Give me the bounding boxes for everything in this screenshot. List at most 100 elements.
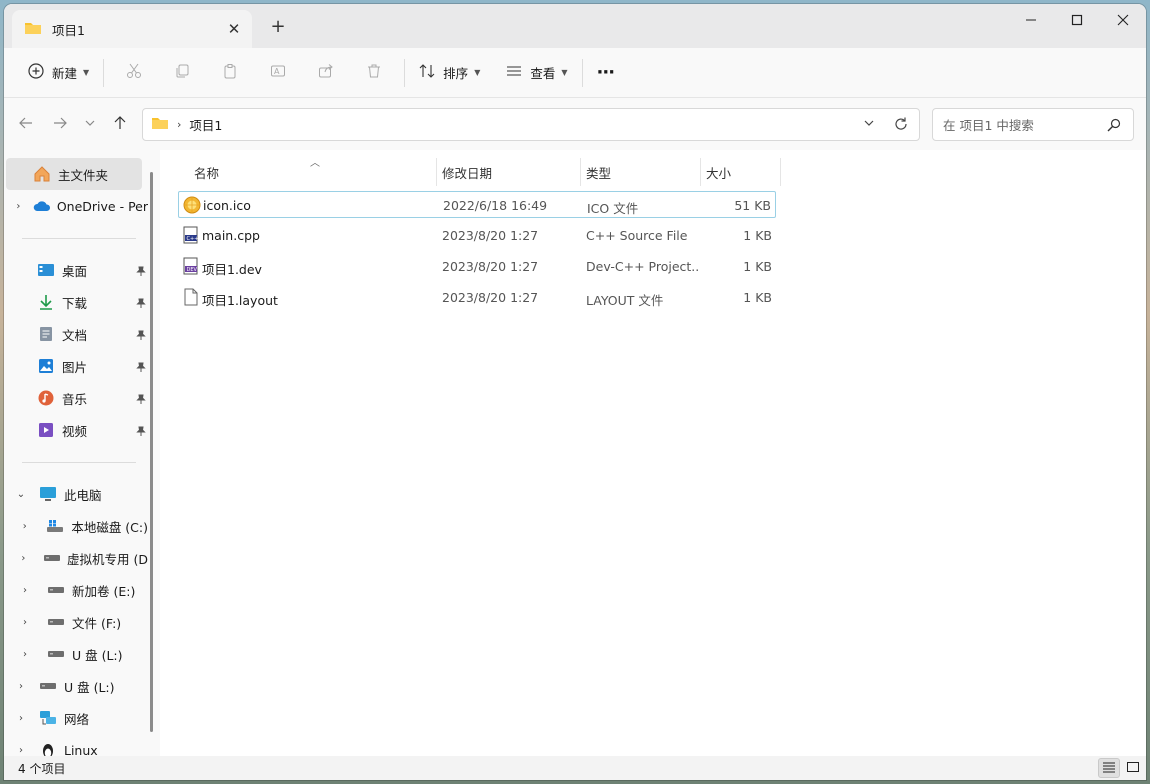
desktop-icon: [36, 260, 56, 280]
sort-button[interactable]: 排序 ▼: [411, 55, 488, 91]
breadcrumb-item[interactable]: 项目1: [189, 115, 222, 134]
file-type: C++ Source File: [586, 228, 688, 243]
sidebar-item-desktop[interactable]: 桌面: [4, 254, 148, 286]
pin-icon[interactable]: [136, 328, 146, 343]
pin-icon[interactable]: [136, 424, 146, 439]
chevron-right-icon[interactable]: ›: [4, 681, 38, 692]
drive-icon: [46, 580, 66, 600]
chevron-down-icon: ▼: [561, 68, 568, 77]
share-button[interactable]: [302, 55, 350, 91]
sidebar-item-videos[interactable]: 视频: [4, 414, 148, 446]
new-button[interactable]: 新建 ▼: [20, 55, 97, 91]
column-divider[interactable]: [700, 158, 701, 186]
folder-icon: [151, 115, 169, 134]
sidebar-item-drive-e[interactable]: › 新加卷 (E:): [4, 574, 148, 606]
cut-button[interactable]: [110, 55, 158, 91]
sidebar-item-network[interactable]: › 网络: [4, 702, 148, 734]
column-divider[interactable]: [436, 158, 437, 186]
forward-button[interactable]: [46, 110, 74, 138]
pin-icon[interactable]: [136, 264, 146, 279]
maximize-button[interactable]: [1054, 4, 1100, 36]
sidebar-item-drive-c[interactable]: › 本地磁盘 (C:): [4, 510, 148, 542]
chevron-right-icon[interactable]: ›: [4, 553, 43, 564]
sidebar-item-linux[interactable]: › Linux: [4, 734, 148, 756]
search-input[interactable]: 在 项目1 中搜索: [932, 108, 1134, 141]
file-row[interactable]: DEV 项目1.dev 2023/8/20 1:27 Dev-C++ Proje…: [178, 253, 776, 280]
file-row[interactable]: C++ main.cpp 2023/8/20 1:27 C++ Source F…: [178, 222, 776, 249]
copy-button[interactable]: [158, 55, 206, 91]
sidebar-item-music[interactable]: 音乐: [4, 382, 148, 414]
column-header-name[interactable]: 名称: [194, 158, 219, 186]
column-divider[interactable]: [780, 158, 781, 186]
tab-close-icon[interactable]: ✕: [220, 20, 248, 38]
chevron-right-icon[interactable]: ›: [4, 617, 46, 628]
rename-icon: A: [270, 63, 286, 82]
sidebar-item-documents[interactable]: 文档: [4, 318, 148, 350]
generic-file-icon: [182, 288, 200, 306]
refresh-icon[interactable]: [893, 116, 909, 135]
plus-circle-icon: [28, 63, 44, 82]
chevron-right-icon[interactable]: ›: [4, 713, 38, 724]
address-dropdown-icon[interactable]: [863, 117, 875, 132]
sidebar-item-drive-f[interactable]: › 文件 (F:): [4, 606, 148, 638]
sort-label: 排序: [443, 66, 469, 81]
rename-button[interactable]: A: [254, 55, 302, 91]
chevron-right-icon[interactable]: ›: [4, 745, 38, 756]
tab-project1[interactable]: 项目1 ✕: [12, 10, 252, 48]
sidebar-scrollbar[interactable]: [150, 172, 153, 732]
sidebar-item-pictures[interactable]: 图片: [4, 350, 148, 382]
file-row[interactable]: icon.ico 2022/6/18 16:49 ICO 文件 51 KB: [178, 191, 776, 218]
chevron-down-icon[interactable]: ⌄: [4, 489, 38, 500]
minimize-button[interactable]: [1008, 4, 1054, 36]
file-row[interactable]: 项目1.layout 2023/8/20 1:27 LAYOUT 文件 1 KB: [178, 284, 776, 311]
chevron-down-icon: [84, 117, 96, 132]
pin-icon[interactable]: [136, 360, 146, 375]
svg-text:C++: C++: [187, 236, 199, 242]
search-icon[interactable]: [1107, 118, 1121, 135]
column-header-size[interactable]: 大小: [706, 158, 731, 186]
sort-ascending-icon: ︿: [310, 158, 320, 169]
chevron-right-icon[interactable]: ›: [4, 521, 46, 532]
sidebar-item-drive-d[interactable]: › 虚拟机专用 (D: [4, 542, 148, 574]
chevron-right-icon[interactable]: ›: [4, 585, 46, 596]
arrow-left-icon: [19, 116, 33, 133]
sidebar-item-downloads[interactable]: 下载: [4, 286, 148, 318]
sidebar-item-home[interactable]: 主文件夹: [6, 158, 142, 190]
cloud-icon: [33, 196, 51, 216]
file-date: 2023/8/20 1:27: [442, 228, 539, 243]
music-icon: [36, 388, 56, 408]
delete-button[interactable]: [350, 55, 398, 91]
sidebar-item-usb[interactable]: › U 盘 (L:): [4, 670, 148, 702]
file-type: LAYOUT 文件: [586, 293, 664, 308]
address-bar[interactable]: › 项目1: [142, 108, 920, 141]
view-button[interactable]: 查看 ▼: [498, 55, 575, 91]
column-header-type[interactable]: 类型: [586, 158, 611, 186]
file-size: 1 KB: [743, 290, 772, 305]
back-button[interactable]: [12, 110, 40, 138]
close-window-button[interactable]: [1100, 4, 1146, 36]
paste-button[interactable]: [206, 55, 254, 91]
column-header-date[interactable]: 修改日期: [442, 158, 492, 186]
file-name: 项目1.layout: [202, 293, 278, 308]
pin-icon[interactable]: [136, 392, 146, 407]
more-options-button[interactable]: ···: [589, 55, 623, 91]
sidebar-item-onedrive[interactable]: › OneDrive - Per: [4, 190, 148, 222]
chevron-right-icon[interactable]: ›: [177, 118, 181, 131]
new-tab-button[interactable]: +: [266, 16, 290, 40]
address-row: › 项目1 在 项目1 中搜索: [4, 98, 1146, 150]
column-divider[interactable]: [580, 158, 581, 186]
network-icon: [38, 708, 58, 728]
divider: [22, 238, 136, 239]
pin-icon[interactable]: [136, 296, 146, 311]
recent-locations-button[interactable]: [76, 110, 104, 138]
thumbnail-view-button[interactable]: [1122, 758, 1144, 778]
new-label: 新建: [52, 66, 78, 81]
sidebar-item-drive-l[interactable]: › U 盘 (L:): [4, 638, 148, 670]
chevron-right-icon[interactable]: ›: [4, 649, 46, 660]
item-count: 4 个项目: [18, 761, 66, 776]
sidebar-item-this-pc[interactable]: ⌄ 此电脑: [4, 478, 148, 510]
divider: [103, 58, 105, 87]
chevron-right-icon[interactable]: ›: [4, 201, 33, 212]
up-button[interactable]: [106, 110, 134, 138]
details-view-button[interactable]: [1098, 758, 1120, 778]
